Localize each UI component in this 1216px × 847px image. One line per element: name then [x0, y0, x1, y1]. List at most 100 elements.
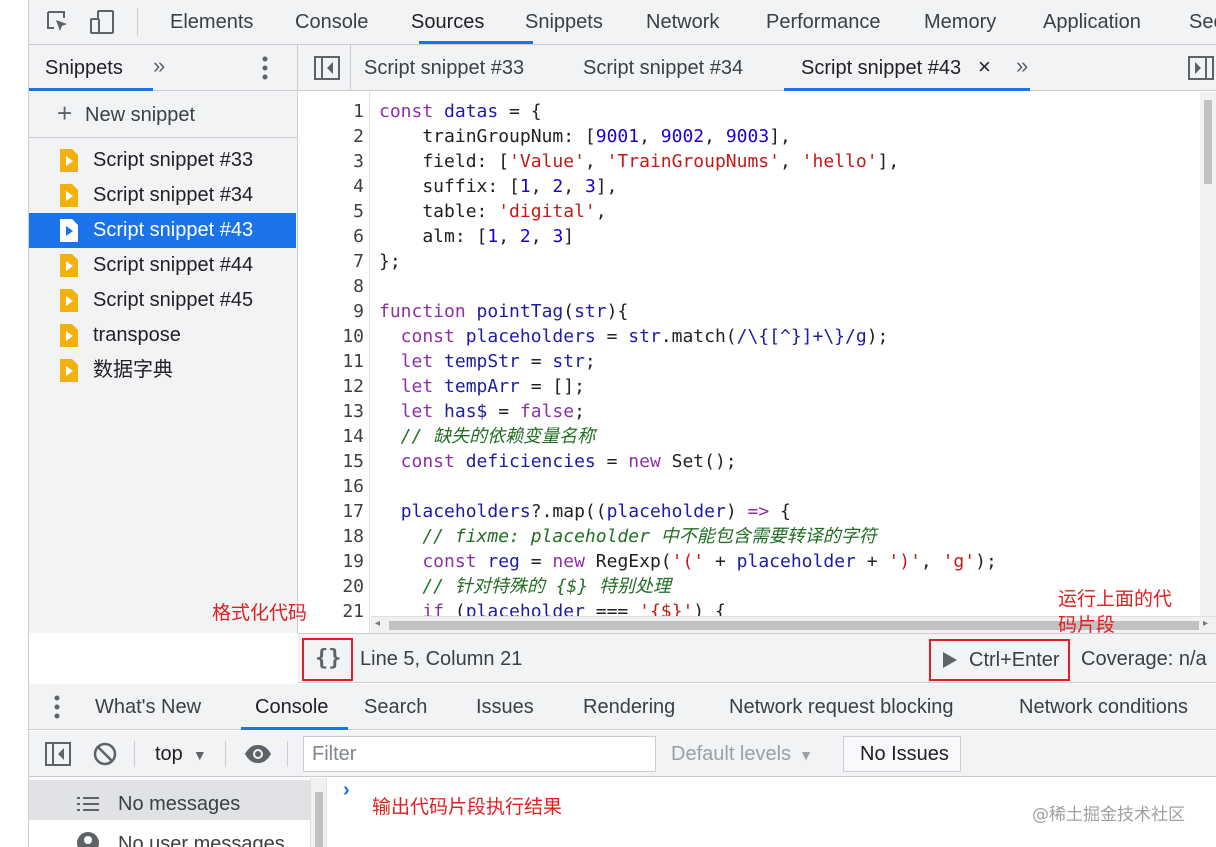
code-line[interactable]: // 缺失的依赖变量名称: [379, 424, 596, 449]
drawer-menu-icon[interactable]: [53, 694, 61, 720]
sidebar-item-snippet[interactable]: Script snippet #33: [29, 143, 297, 178]
tab-sources[interactable]: Sources: [411, 0, 484, 44]
sidebar-item-snippet[interactable]: Script snippet #34: [29, 178, 297, 213]
console-sidebar-scrollbar[interactable]: [310, 778, 327, 847]
tab-memory[interactable]: Memory: [924, 0, 996, 44]
close-tab-icon[interactable]: ×: [978, 45, 991, 89]
line-number[interactable]: 6: [298, 224, 364, 249]
vertical-scroll-thumb[interactable]: [1204, 100, 1212, 184]
tab-application[interactable]: Application: [1043, 0, 1141, 44]
live-expression-eye-icon[interactable]: [244, 744, 272, 764]
tab-elements[interactable]: Elements: [170, 0, 253, 44]
inspect-element-icon[interactable]: [45, 9, 71, 35]
tab-security[interactable]: Sec: [1189, 0, 1216, 44]
code-line[interactable]: let tempStr = str;: [379, 349, 596, 374]
sidebar-item-snippet[interactable]: Script snippet #45: [29, 283, 297, 318]
code-line[interactable]: const deficiencies = new Set();: [379, 449, 737, 474]
drawer-tab-whats-new[interactable]: What's New: [95, 684, 201, 730]
line-number[interactable]: 7: [298, 249, 364, 274]
new-snippet-button[interactable]: + New snippet: [29, 92, 297, 138]
drawer-tab-network-conditions[interactable]: Network conditions: [1019, 684, 1188, 730]
line-number[interactable]: 5: [298, 199, 364, 224]
editor-tab-snippet-43[interactable]: Script snippet #43: [801, 45, 961, 91]
scroll-right-arrow-icon[interactable]: ▸: [1203, 618, 1208, 629]
sidebar-tab-snippets[interactable]: Snippets: [45, 45, 123, 91]
log-levels-dropdown[interactable]: Default levels ▼: [671, 731, 813, 778]
code-line[interactable]: trainGroupNum: [9001, 9002, 9003],: [379, 124, 791, 149]
drawer-tab-console[interactable]: Console: [255, 684, 328, 730]
code-token: ],: [595, 176, 618, 197]
watermark: @稀土掘金技术社区: [1032, 805, 1185, 825]
line-number[interactable]: 13: [298, 399, 364, 424]
toggle-debugger-icon[interactable]: [1188, 56, 1214, 80]
line-number[interactable]: 11: [298, 349, 364, 374]
code-token: placeholder: [606, 501, 726, 522]
more-tabs-chevron-icon[interactable]: »: [153, 53, 165, 79]
more-options-icon[interactable]: [261, 55, 269, 81]
sidebar-item-user-messages[interactable]: No user messages: [29, 820, 310, 847]
drawer-tab-search[interactable]: Search: [364, 684, 427, 730]
pretty-print-button[interactable]: {}: [302, 638, 353, 681]
line-number[interactable]: 19: [298, 549, 364, 574]
clear-console-icon[interactable]: [93, 742, 117, 766]
line-number[interactable]: 3: [298, 149, 364, 174]
editor-tab-snippet-33[interactable]: Script snippet #33: [364, 45, 524, 91]
drawer-tab-network-request-blocking[interactable]: Network request blocking: [729, 684, 954, 730]
sidebar-item-label: 数据字典: [93, 359, 173, 381]
editor-tab-snippet-34[interactable]: Script snippet #34: [583, 45, 743, 91]
console-prompt-icon[interactable]: ›: [343, 779, 350, 802]
line-number[interactable]: 21: [298, 599, 364, 624]
more-editor-tabs-chevron-icon[interactable]: »: [1016, 53, 1028, 79]
code-line[interactable]: suffix: [1, 2, 3],: [379, 174, 617, 199]
code-editor[interactable]: 1 2 3 4 5 6 7 8 9 10 11 12 13 14 15 16 17 18 19 20 21 const …: [298, 92, 1216, 633]
scroll-left-arrow-icon[interactable]: ◂: [375, 618, 380, 629]
toggle-navigator-icon[interactable]: [314, 56, 340, 80]
tab-network[interactable]: Network: [646, 0, 719, 44]
sidebar-item-messages[interactable]: No messages: [29, 780, 310, 820]
code-line[interactable]: table: 'digital',: [379, 199, 606, 224]
editor-vertical-scrollbar[interactable]: [1200, 92, 1216, 616]
code-line[interactable]: placeholders?.map((placeholder) => {: [379, 499, 791, 524]
drawer-tab-rendering[interactable]: Rendering: [583, 684, 675, 730]
code-line[interactable]: let tempArr = [];: [379, 374, 585, 399]
code-line[interactable]: alm: [1, 2, 3]: [379, 224, 574, 249]
code-line[interactable]: // 针对特殊的 {$} 特别处理: [379, 574, 671, 599]
code-line[interactable]: const reg = new RegExp('(' + placeholder…: [379, 549, 996, 574]
code-line[interactable]: };: [379, 249, 401, 274]
line-number[interactable]: 12: [298, 374, 364, 399]
line-number[interactable]: 20: [298, 574, 364, 599]
code-line[interactable]: field: ['Value', 'TrainGroupNums', 'hell…: [379, 149, 899, 174]
line-number[interactable]: 17: [298, 499, 364, 524]
context-selector[interactable]: top ▼: [155, 731, 207, 778]
sidebar-item-snippet[interactable]: Script snippet #44: [29, 248, 297, 283]
device-toolbar-icon[interactable]: [89, 9, 115, 35]
line-number[interactable]: 10: [298, 324, 364, 349]
show-console-sidebar-icon[interactable]: [45, 742, 71, 766]
line-number[interactable]: 8: [298, 274, 364, 299]
sidebar-item-snippet[interactable]: transpose: [29, 318, 297, 353]
console-sidebar-scroll-thumb[interactable]: [315, 792, 323, 847]
code-line[interactable]: let has$ = false;: [379, 399, 585, 424]
code-line[interactable]: function pointTag(str){: [379, 299, 628, 324]
code-line[interactable]: const datas = {: [379, 99, 542, 124]
line-number[interactable]: 18: [298, 524, 364, 549]
code-line[interactable]: // fixme: placeholder 中不能包含需要转译的字符: [379, 524, 876, 549]
drawer-tab-bar: What's New Console Search Issues Renderi…: [29, 684, 1216, 730]
filter-input[interactable]: Filter: [303, 736, 656, 772]
line-number[interactable]: 16: [298, 474, 364, 499]
sidebar-item-snippet[interactable]: 数据字典: [29, 353, 297, 388]
line-number[interactable]: 14: [298, 424, 364, 449]
line-number[interactable]: 1: [298, 99, 364, 124]
line-number[interactable]: 15: [298, 449, 364, 474]
tab-snippets[interactable]: Snippets: [525, 0, 603, 44]
issues-button[interactable]: No Issues: [843, 736, 961, 772]
drawer-tab-issues[interactable]: Issues: [476, 684, 534, 730]
sidebar-item-snippet[interactable]: Script snippet #43: [29, 213, 296, 248]
line-number[interactable]: 4: [298, 174, 364, 199]
line-number[interactable]: 9: [298, 299, 364, 324]
code-line[interactable]: const placeholders = str.match(/\{[^}]+\…: [379, 324, 889, 349]
line-number[interactable]: 2: [298, 124, 364, 149]
run-snippet-button[interactable]: Ctrl+Enter: [929, 639, 1070, 681]
tab-console[interactable]: Console: [295, 0, 368, 44]
tab-performance[interactable]: Performance: [766, 0, 881, 44]
